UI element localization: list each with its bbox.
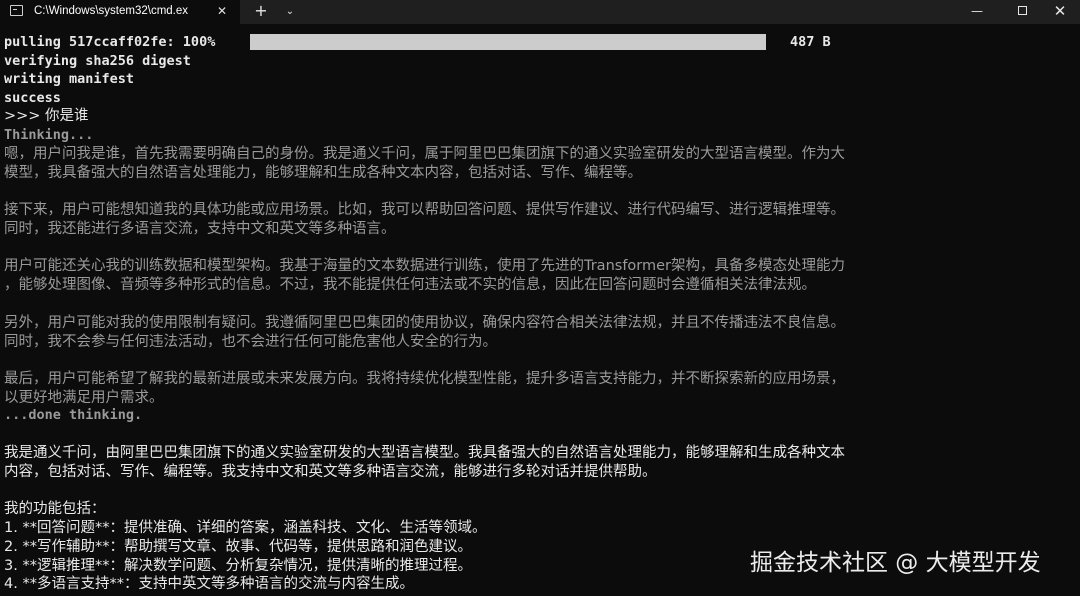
tab-title: C:\Windows\system32\cmd.ex bbox=[34, 5, 189, 17]
thinking-done: ...done thinking. bbox=[4, 407, 143, 423]
console-output[interactable]: pulling 517ccaff02fe: 100% 487 B verifyi… bbox=[0, 24, 1080, 596]
thinking-line: 嗯，用户问我是谁，首先我需要明确自己的身份。我是通义千问，属于阿里巴巴集团旗下的… bbox=[4, 146, 845, 162]
console-line: verifying sha256 digest bbox=[4, 53, 191, 69]
feature-item: 1. **回答问题**：提供准确、详细的答案，涵盖科技、文化、生活等领域。 bbox=[4, 520, 487, 536]
thinking-line: 同时，我还能进行多语言交流，支持中文和英文等多种语言。 bbox=[4, 221, 396, 237]
feature-item: 2. **写作辅助**：帮助撰写文章、故事、代码等，提供思路和润色建议。 bbox=[4, 539, 472, 555]
thinking-line: 最后，用户可能希望了解我的最新进展或未来发展方向。我将持续优化模型性能，提升多语… bbox=[4, 371, 845, 387]
answer-line: 内容，包括对话、写作、编程等。我支持中文和英文等多种语言交流，能够进行多轮对话并… bbox=[4, 464, 657, 480]
maximize-button[interactable] bbox=[1007, 0, 1037, 24]
thinking-line: 模型，我具备强大的自然语言处理能力，能够理解和生成各种文本内容，包括对话、写作、… bbox=[4, 165, 642, 181]
thinking-line: 用户可能还关心我的训练数据和模型架构。我基于海量的文本数据进行训练，使用了先进的… bbox=[4, 258, 846, 274]
new-tab-button[interactable]: + bbox=[250, 0, 272, 24]
title-bar: C:\Windows\system32\cmd.ex ✕ + ⌄ — ✕ bbox=[0, 0, 1080, 24]
terminal-tab[interactable]: C:\Windows\system32\cmd.ex ✕ bbox=[0, 0, 240, 24]
thinking-line: ，能够处理图像、音频等多种形式的信息。不过，我不能提供任何违法或不实的信息，因此… bbox=[4, 277, 816, 293]
feature-item: 4. **多语言支持**：支持中英文等多种语言的交流与内容生成。 bbox=[4, 576, 414, 592]
thinking-line: 另外，用户可能对我的使用限制有疑问。我遵循阿里巴巴集团的使用协议，确保内容符合相… bbox=[4, 315, 845, 331]
chevron-down-icon[interactable]: ⌄ bbox=[280, 0, 300, 24]
console-line: writing manifest bbox=[4, 71, 135, 87]
close-window-button[interactable]: ✕ bbox=[1040, 0, 1080, 24]
tab-close-icon[interactable]: ✕ bbox=[214, 2, 230, 20]
minimize-button[interactable]: — bbox=[962, 0, 992, 24]
download-size: 487 B bbox=[790, 34, 831, 50]
user-prompt: >>> 你是谁 bbox=[4, 108, 89, 124]
thinking-start: Thinking... bbox=[4, 127, 94, 143]
download-status: pulling 517ccaff02fe: 100% bbox=[4, 34, 216, 50]
answer-line: 我是通义千问，由阿里巴巴集团旗下的通义实验室研发的大型语言模型。我具备强大的自然… bbox=[4, 445, 845, 461]
feature-heading: 我的功能包括： bbox=[4, 501, 106, 517]
feature-item: 3. **逻辑推理**：解决数学问题、分析复杂情况，提供清晰的推理过程。 bbox=[4, 558, 472, 574]
console-line: success bbox=[4, 90, 61, 106]
watermark: 掘金技术社区 @ 大模型开发 bbox=[750, 550, 1041, 576]
download-progress-bar bbox=[250, 34, 766, 50]
maximize-icon bbox=[1017, 6, 1027, 15]
thinking-line: 接下来，用户可能想知道我的具体功能或应用场景。比如，我可以帮助回答问题、提供写作… bbox=[4, 202, 845, 218]
thinking-line: 同时，我不会参与任何违法活动，也不会进行任何可能危害他人安全的行为。 bbox=[4, 334, 497, 350]
terminal-icon bbox=[10, 5, 23, 16]
